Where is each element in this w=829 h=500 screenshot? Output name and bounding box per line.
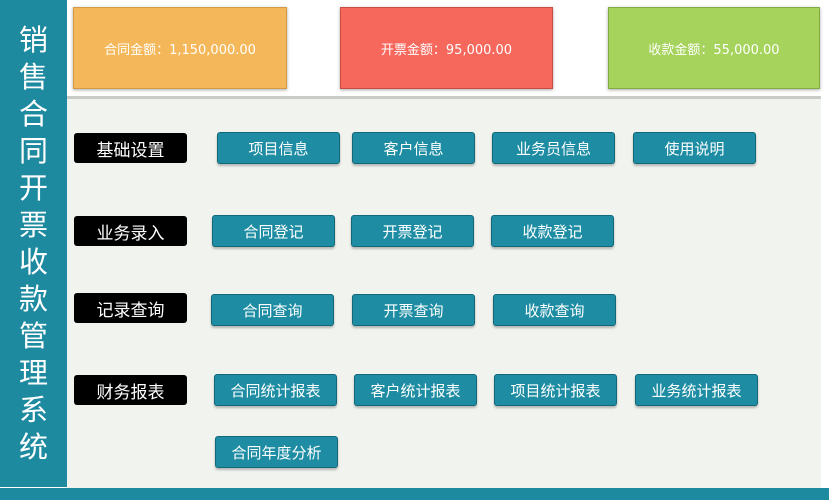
receipt-amount-card: 收款金额：55,000.00 [608, 7, 820, 89]
sidebar-title-char: 销 [18, 22, 48, 57]
receipt-amount-text: 收款金额：55,000.00 [648, 42, 780, 58]
sidebar-title-char: 售 [18, 59, 48, 94]
contract-register-button[interactable]: 合同登记 [212, 215, 335, 247]
sidebar-title-char: 收 [18, 244, 48, 279]
project-stats-report-button[interactable]: 项目统计报表 [494, 374, 617, 406]
sidebar-title-char: 合 [18, 96, 48, 131]
sidebar-title: 销 售 合 同 开 票 收 款 管 理 系 统 [0, 0, 67, 487]
sidebar-title-char: 统 [18, 429, 48, 464]
sidebar-title-char: 理 [18, 355, 48, 390]
receipt-query-button[interactable]: 收款查询 [493, 294, 616, 326]
salesperson-info-button[interactable]: 业务员信息 [492, 132, 615, 164]
invoice-query-button[interactable]: 开票查询 [352, 294, 475, 326]
section-label-query: 记录查询 [74, 293, 187, 323]
contract-amount-text: 合同金额：1,150,000.00 [104, 42, 256, 58]
contract-query-button[interactable]: 合同查询 [211, 294, 334, 326]
invoice-amount-text: 开票金额：95,000.00 [380, 42, 513, 58]
sidebar-title-char: 款 [18, 281, 48, 316]
sidebar-title-char: 系 [18, 392, 48, 427]
customer-info-button[interactable]: 客户信息 [352, 132, 475, 164]
section-label-entry: 业务录入 [74, 216, 187, 246]
receipt-register-button[interactable]: 收款登记 [491, 215, 614, 247]
invoice-register-button[interactable]: 开票登记 [351, 215, 474, 247]
contract-stats-report-button[interactable]: 合同统计报表 [214, 374, 337, 406]
sidebar-title-char: 管 [18, 318, 48, 353]
section-label-basic: 基础设置 [74, 133, 187, 163]
sidebar-title-char: 同 [18, 133, 48, 168]
invoice-amount-card: 开票金额：95,000.00 [340, 7, 553, 89]
project-info-button[interactable]: 项目信息 [217, 132, 340, 164]
section-label-reports: 财务报表 [74, 375, 187, 405]
user-guide-button[interactable]: 使用说明 [633, 132, 756, 164]
sidebar-title-char: 票 [18, 207, 48, 242]
bottom-bar [0, 488, 829, 500]
contract-annual-analysis-button[interactable]: 合同年度分析 [215, 436, 338, 468]
customer-stats-report-button[interactable]: 客户统计报表 [354, 374, 477, 406]
right-edge [821, 96, 829, 488]
business-stats-report-button[interactable]: 业务统计报表 [635, 374, 758, 406]
sidebar-title-char: 开 [18, 170, 48, 205]
contract-amount-card: 合同金额：1,150,000.00 [73, 7, 287, 89]
